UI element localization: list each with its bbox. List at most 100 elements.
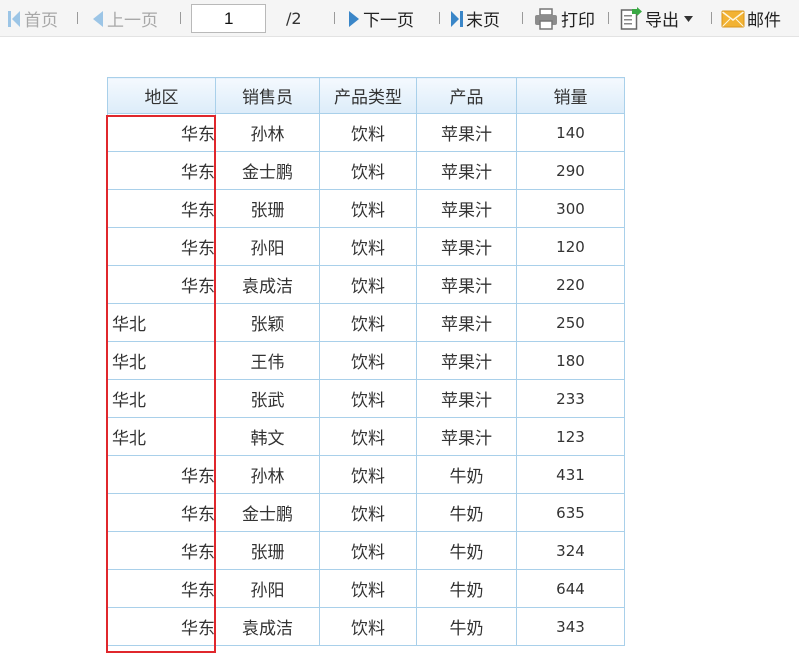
cell-region: 华东 (107, 113, 216, 152)
table-row: 华东 袁成洁 饮料 牛奶 343 (107, 607, 625, 646)
skip-first-icon (7, 10, 21, 28)
envelope-icon (721, 9, 745, 29)
cell-product-type: 饮料 (319, 569, 417, 608)
table-row: 华北 张武 饮料 苹果汁 233 (107, 379, 625, 418)
first-page-button[interactable]: 首页 (7, 0, 58, 37)
cell-region: 华东 (107, 493, 216, 532)
triangle-right-icon (348, 10, 360, 28)
printer-icon (534, 7, 558, 30)
cell-quantity: 644 (516, 569, 625, 608)
export-button[interactable]: 导出 (620, 0, 693, 37)
cell-product-type: 饮料 (319, 265, 417, 304)
cell-quantity: 180 (516, 341, 625, 380)
cell-product: 牛奶 (416, 607, 517, 646)
column-header-region: 地区 (107, 77, 216, 114)
table-row: 华东 金士鹏 饮料 牛奶 635 (107, 493, 625, 532)
cell-region: 华北 (107, 379, 216, 418)
triangle-left-icon (92, 10, 104, 28)
cell-seller: 王伟 (215, 341, 320, 380)
last-page-label: 末页 (466, 11, 500, 31)
table-row: 华北 韩文 饮料 苹果汁 123 (107, 417, 625, 456)
last-page-button[interactable]: 末页 (450, 0, 500, 37)
table-row: 华东 孙阳 饮料 牛奶 644 (107, 569, 625, 608)
cell-quantity: 140 (516, 113, 625, 152)
cell-product-type: 饮料 (319, 417, 417, 456)
table-row: 华东 袁成洁 饮料 苹果汁 220 (107, 265, 625, 304)
report-toolbar: 首页 上一页 /2 下一页 末页 打印 导出 (0, 0, 799, 37)
cell-seller: 韩文 (215, 417, 320, 456)
column-header-quantity: 销量 (516, 77, 625, 114)
toolbar-divider (711, 12, 712, 24)
page-number-input[interactable] (191, 4, 266, 33)
cell-region: 华东 (107, 531, 216, 570)
cell-seller: 孙阳 (215, 569, 320, 608)
cell-product-type: 饮料 (319, 379, 417, 418)
cell-quantity: 290 (516, 151, 625, 190)
table-row: 华东 孙林 饮料 苹果汁 140 (107, 113, 625, 152)
toolbar-divider (180, 12, 181, 24)
skip-last-icon (450, 10, 464, 28)
cell-product-type: 饮料 (319, 607, 417, 646)
cell-seller: 张颖 (215, 303, 320, 342)
cell-region: 华东 (107, 189, 216, 228)
cell-seller: 孙阳 (215, 227, 320, 266)
cell-region: 华北 (107, 303, 216, 342)
column-header-product-type: 产品类型 (319, 77, 417, 114)
cell-quantity: 250 (516, 303, 625, 342)
cell-product-type: 饮料 (319, 113, 417, 152)
toolbar-divider (334, 12, 335, 24)
mail-button[interactable]: 邮件 (721, 0, 781, 37)
cell-quantity: 123 (516, 417, 625, 456)
cell-product: 苹果汁 (416, 303, 517, 342)
cell-quantity: 233 (516, 379, 625, 418)
cell-product: 苹果汁 (416, 189, 517, 228)
toolbar-divider (439, 12, 440, 24)
table-row: 华东 张珊 饮料 牛奶 324 (107, 531, 625, 570)
cell-quantity: 431 (516, 455, 625, 494)
table-row: 华东 张珊 饮料 苹果汁 300 (107, 189, 625, 228)
cell-seller: 孙林 (215, 455, 320, 494)
prev-page-label: 上一页 (107, 11, 158, 31)
table-body: 华东 孙林 饮料 苹果汁 140 华东 金士鹏 饮料 苹果汁 290 华东 张珊 饮料 苹果汁 300 华东孙… (107, 113, 625, 646)
toolbar-divider (77, 12, 78, 24)
toolbar-divider (608, 12, 609, 24)
cell-product: 苹果汁 (416, 341, 517, 380)
cell-quantity: 343 (516, 607, 625, 646)
cell-quantity: 324 (516, 531, 625, 570)
prev-page-button[interactable]: 上一页 (92, 0, 158, 37)
table-row: 华东 孙林 饮料 牛奶 431 (107, 455, 625, 494)
export-document-icon (620, 6, 642, 31)
next-page-label: 下一页 (363, 11, 414, 31)
caret-down-icon[interactable] (684, 15, 693, 22)
first-page-label: 首页 (24, 11, 58, 31)
cell-region: 华东 (107, 569, 216, 608)
cell-product: 苹果汁 (416, 151, 517, 190)
cell-region: 华东 (107, 265, 216, 304)
cell-seller: 张珊 (215, 189, 320, 228)
cell-region: 华东 (107, 455, 216, 494)
next-page-button[interactable]: 下一页 (348, 0, 414, 37)
cell-product: 牛奶 (416, 531, 517, 570)
cell-region: 华北 (107, 341, 216, 380)
cell-product: 牛奶 (416, 455, 517, 494)
cell-product: 牛奶 (416, 493, 517, 532)
cell-product-type: 饮料 (319, 493, 417, 532)
cell-product: 苹果汁 (416, 379, 517, 418)
cell-quantity: 635 (516, 493, 625, 532)
table-row: 华东 金士鹏 饮料 苹果汁 290 (107, 151, 625, 190)
print-button[interactable]: 打印 (534, 0, 595, 37)
cell-product: 苹果汁 (416, 113, 517, 152)
column-header-product: 产品 (416, 77, 517, 114)
cell-product: 苹果汁 (416, 265, 517, 304)
cell-quantity: 120 (516, 227, 625, 266)
cell-product-type: 饮料 (319, 455, 417, 494)
cell-seller: 孙林 (215, 113, 320, 152)
cell-product-type: 饮料 (319, 303, 417, 342)
column-header-seller: 销售员 (215, 77, 320, 114)
cell-product-type: 饮料 (319, 531, 417, 570)
print-label: 打印 (561, 11, 595, 31)
cell-product: 牛奶 (416, 569, 517, 608)
table-row: 华北 王伟 饮料 苹果汁 180 (107, 341, 625, 380)
table-header-row: 地区 销售员 产品类型 产品 销量 (107, 77, 625, 114)
cell-product-type: 饮料 (319, 227, 417, 266)
